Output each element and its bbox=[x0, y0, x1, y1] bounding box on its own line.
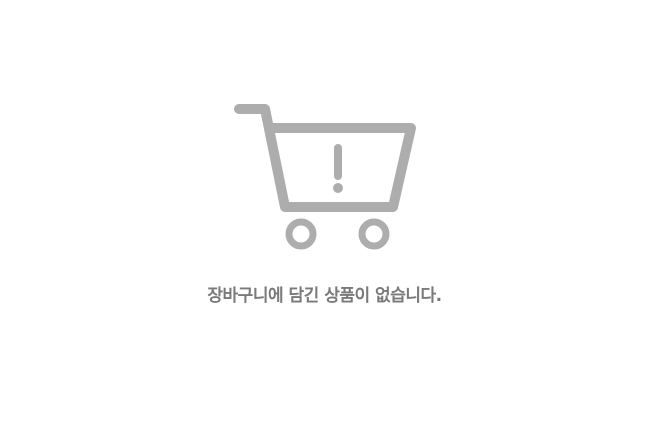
empty-cart-message: 장바구니에 담긴 상품이 없습니다. bbox=[207, 286, 442, 306]
cart-alert-icon bbox=[234, 104, 416, 250]
empty-cart-state: 장바구니에 담긴 상품이 없습니다. bbox=[0, 0, 649, 436]
